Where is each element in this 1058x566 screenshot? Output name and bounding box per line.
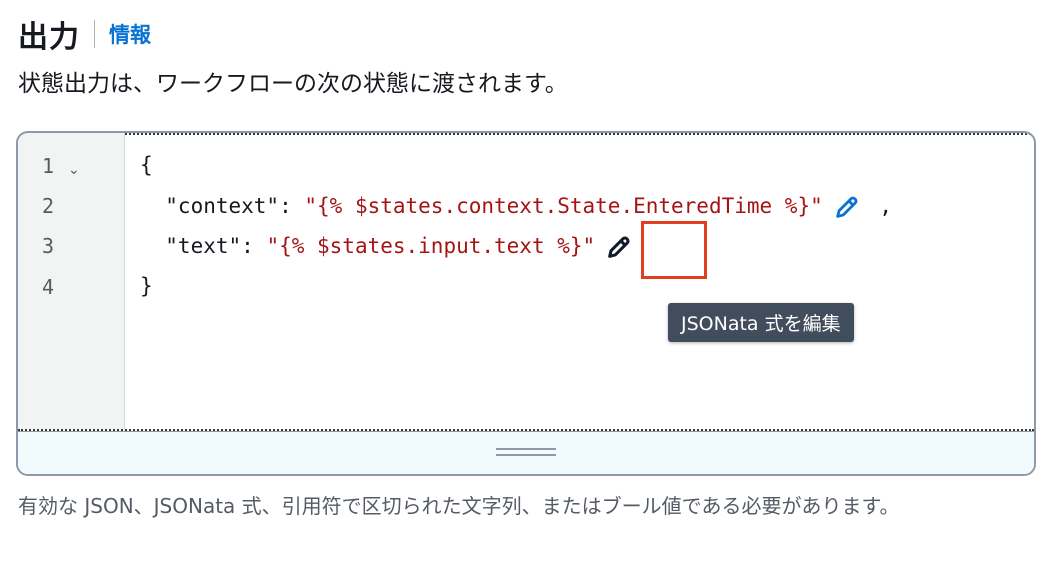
edit-jsonata-tooltip: JSONata 式を編集 (668, 303, 854, 342)
code-area[interactable]: { "context": "{% $states.context.State.E… (124, 133, 1034, 429)
editor-resize-bar[interactable] (18, 431, 1034, 474)
edit-jsonata-pencil-icon[interactable] (605, 233, 633, 261)
code-editor[interactable]: 1 ⌄ 2 3 4 { "context": "{% $states.conte… (16, 131, 1036, 476)
code-comma: , (866, 194, 893, 218)
code-key-context: "context": (140, 194, 305, 218)
section-description: 状態出力は、ワークフローの次の状態に渡されます。 (18, 71, 568, 97)
line-number: 3 (42, 234, 55, 258)
line-number: 4 (42, 275, 55, 299)
line-number: 2 (42, 194, 55, 218)
section-header: 出力 情報 (18, 12, 151, 56)
code-key-text: "text": (140, 234, 267, 258)
highlight-annotation-box (641, 221, 707, 279)
info-link[interactable]: 情報 (109, 19, 151, 49)
code-line-1: { (140, 153, 153, 177)
code-brace-open: { (140, 153, 153, 177)
line-number-gutter: 1 ⌄ 2 3 4 (18, 133, 125, 429)
edit-jsonata-pencil-icon[interactable] (833, 193, 861, 221)
code-line-2: "context": "{% $states.context.State.Ent… (140, 193, 892, 221)
resize-handle-icon[interactable] (496, 448, 556, 456)
code-brace-close: } (140, 274, 153, 298)
code-line-3: "text": "{% $states.input.text %}" (140, 233, 639, 261)
section-title: 出力 (18, 20, 80, 55)
header-divider (94, 20, 95, 48)
code-value-context: "{% $states.context.State.EnteredTime %}… (304, 194, 823, 218)
code-value-text: "{% $states.input.text %}" (266, 234, 596, 258)
fold-chevron-icon[interactable]: ⌄ (68, 162, 80, 178)
code-line-4: } (140, 274, 153, 298)
constraint-help-text: 有効な JSON、JSONata 式、引用符で区切られた文字列、またはブール値で… (18, 494, 900, 518)
